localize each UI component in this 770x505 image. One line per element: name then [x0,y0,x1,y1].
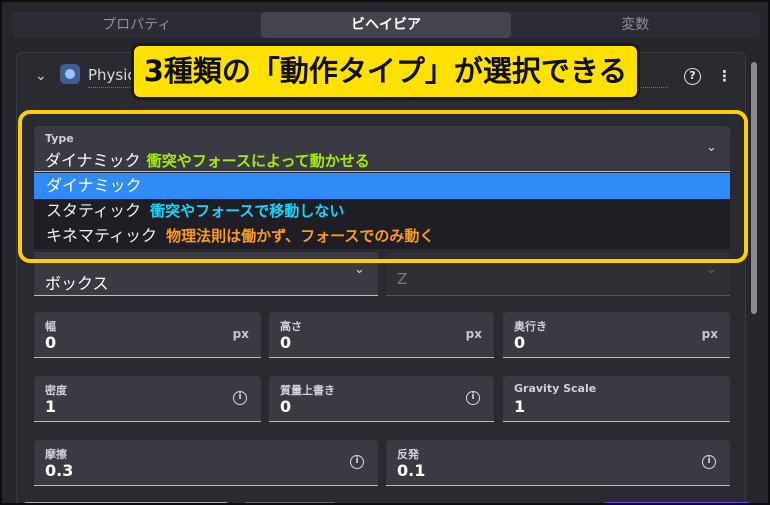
collapse-chevron-icon[interactable]: ⌄ [35,68,47,84]
help-icon[interactable]: ? [684,68,701,85]
behavior-panel-frame: プロパティ ビヘイビア 変数 ⌄ Physics ? ⋮ Type ダイナミック… [0,0,770,505]
chevron-down-icon[interactable]: ⌄ [354,262,365,277]
restitution-label: 反発 [397,448,419,461]
height-unit: px [465,327,482,341]
depth-field[interactable]: 奥行き 0 px [503,312,730,358]
friction-label: 摩擦 [45,448,67,461]
density-field[interactable]: 密度 1 i [34,376,261,422]
tab-bar: プロパティ ビヘイビア 変数 [12,12,760,38]
width-field[interactable]: 幅 0 px [34,312,261,358]
callout-title: 3種類の「動作タイプ」が選択できる [131,43,640,100]
density-value[interactable]: 1 [45,397,56,416]
width-value[interactable]: 0 [45,333,56,352]
height-field[interactable]: 高さ 0 px [269,312,494,358]
width-unit: px [232,327,249,341]
tab-behaviors[interactable]: ビヘイビア [261,12,511,38]
mass-value[interactable]: 0 [280,397,291,416]
mass-label: 質量上書き [280,384,335,397]
friction-value[interactable]: 0.3 [45,461,73,480]
info-icon[interactable]: i [233,391,247,405]
restitution-value[interactable]: 0.1 [397,461,425,480]
depth-value[interactable]: 0 [514,333,525,352]
tab-variables[interactable]: 変数 [511,12,760,38]
height-label: 高さ [280,320,302,333]
info-icon[interactable]: i [350,455,364,469]
height-value[interactable]: 0 [280,333,291,352]
width-label: 幅 [45,320,56,333]
friction-field[interactable]: 摩擦 0.3 i [34,440,378,486]
shape-select-value: ボックス [45,274,109,293]
depth-unit: px [701,327,718,341]
info-icon[interactable]: i [466,391,480,405]
tab-properties[interactable]: プロパティ [12,12,261,38]
highlight-frame [18,110,748,263]
chevron-down-icon[interactable]: ⌄ [706,262,717,277]
restitution-field[interactable]: 反発 0.1 i [386,440,730,486]
gravity-scale-label: Gravity Scale [514,382,597,395]
depth-label: 奥行き [514,320,547,333]
more-options-icon[interactable]: ⋮ [717,67,732,85]
scrollbar[interactable] [751,62,757,314]
orientation-value: Z [397,270,408,288]
density-label: 密度 [45,384,67,397]
physics-behavior-icon [60,64,80,84]
mass-override-field[interactable]: 質量上書き 0 i [269,376,494,422]
info-icon[interactable]: i [702,455,716,469]
gravity-scale-field[interactable]: Gravity Scale 1 [503,376,730,422]
gravity-scale-value[interactable]: 1 [514,397,525,416]
